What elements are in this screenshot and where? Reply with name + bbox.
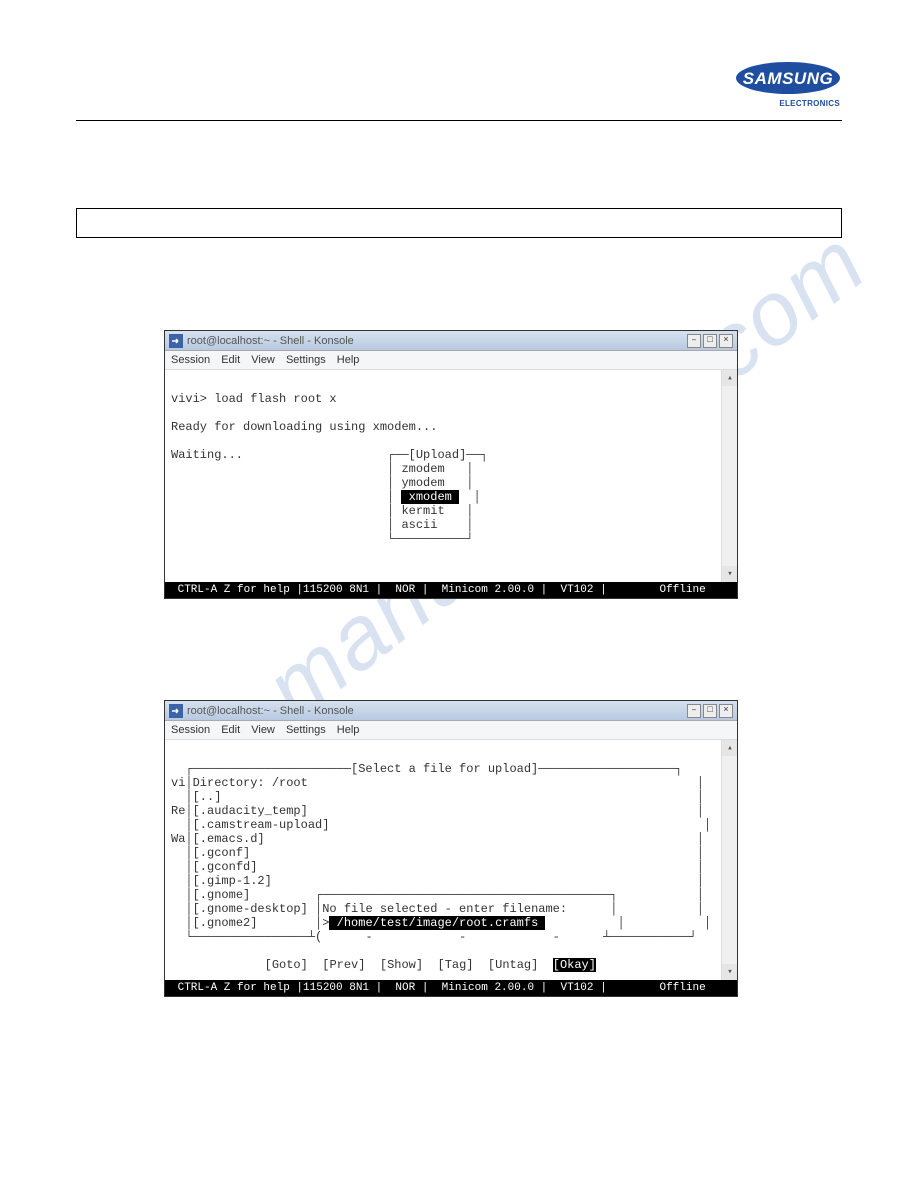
file-entry[interactable]: [.gnome2] xyxy=(193,916,258,930)
prompt-line: vivi> load flash root x xyxy=(171,392,337,406)
file-entry[interactable]: [.audacity_temp] xyxy=(193,804,308,818)
menu-session[interactable]: Session xyxy=(171,354,210,366)
file-entry[interactable]: [.emacs.d] xyxy=(193,832,265,846)
button-prev[interactable]: [Prev] xyxy=(322,958,365,972)
brand-logo-block: SAMSUNG ELECTRONICS xyxy=(734,60,842,108)
window-title: root@localhost:~ - Shell - Konsole xyxy=(187,705,687,717)
terminal-body[interactable]: vivi> load flash root x Ready for downlo… xyxy=(165,370,737,582)
filename-prompt: No file selected - enter filename: xyxy=(322,902,567,916)
upload-opt-xmodem-selected[interactable]: xmodem xyxy=(401,490,459,504)
konsole-window-1: root@localhost:~ - Shell - Konsole – □ ×… xyxy=(164,330,738,599)
filename-input-selected[interactable]: /home/test/image/root.cramfs xyxy=(329,916,545,930)
select-file-dialog-title: [Select a file for upload] xyxy=(351,762,538,776)
file-entry[interactable]: [.camstream-upload] xyxy=(193,818,330,832)
maximize-button[interactable]: □ xyxy=(703,704,717,718)
bg-prefix-vi: vi xyxy=(171,776,185,790)
minimize-button[interactable]: – xyxy=(687,704,701,718)
upload-opt-ascii[interactable]: ascii xyxy=(401,518,437,532)
button-goto[interactable]: [Goto] xyxy=(265,958,308,972)
logo-text: SAMSUNG xyxy=(743,69,833,88)
samsung-logo: SAMSUNG xyxy=(734,60,842,96)
brand-subtext: ELECTRONICS xyxy=(734,99,840,108)
scrollbar[interactable]: ▴ ▾ xyxy=(721,370,737,582)
menubar: Session Edit View Settings Help xyxy=(165,351,737,370)
titlebar: root@localhost:~ - Shell - Konsole – □ × xyxy=(165,701,737,721)
close-button[interactable]: × xyxy=(719,334,733,348)
menu-view[interactable]: View xyxy=(251,724,275,736)
button-okay-selected[interactable]: [Okay] xyxy=(553,958,596,972)
scrollbar[interactable]: ▴ ▾ xyxy=(721,740,737,980)
upload-dialog-title: [Upload] xyxy=(409,448,467,462)
menu-settings[interactable]: Settings xyxy=(286,724,326,736)
scroll-down-icon[interactable]: ▾ xyxy=(722,566,737,582)
menubar: Session Edit View Settings Help xyxy=(165,721,737,740)
bg-prefix-wa: Wa xyxy=(171,832,185,846)
file-entry[interactable]: [.gimp-1.2] xyxy=(193,874,272,888)
menu-help[interactable]: Help xyxy=(337,724,360,736)
terminal-body[interactable]: ┌──────────────────────[Select a file fo… xyxy=(165,740,737,980)
menu-help[interactable]: Help xyxy=(337,354,360,366)
file-entry[interactable]: [.gconfd] xyxy=(193,860,258,874)
app-arrow-icon xyxy=(169,334,183,348)
minicom-statusbar: CTRL-A Z for help |115200 8N1 | NOR | Mi… xyxy=(165,582,737,598)
directory-label: Directory: /root xyxy=(193,776,308,790)
maximize-button[interactable]: □ xyxy=(703,334,717,348)
button-show[interactable]: [Show] xyxy=(380,958,423,972)
scroll-down-icon[interactable]: ▾ xyxy=(722,964,737,980)
file-entry-up[interactable]: [..] xyxy=(193,790,222,804)
close-button[interactable]: × xyxy=(719,704,733,718)
bg-prefix-re: Re xyxy=(171,804,185,818)
menu-edit[interactable]: Edit xyxy=(221,354,240,366)
window-title: root@localhost:~ - Shell - Konsole xyxy=(187,335,687,347)
menu-settings[interactable]: Settings xyxy=(286,354,326,366)
paren: ( xyxy=(315,930,322,944)
header-divider xyxy=(76,120,842,121)
command-box xyxy=(76,208,842,238)
button-tag[interactable]: [Tag] xyxy=(438,958,474,972)
ready-line: Ready for downloading using xmodem... xyxy=(171,420,437,434)
file-entry[interactable]: [.gnome-desktop] xyxy=(193,902,308,916)
file-entry[interactable]: [.gconf] xyxy=(193,846,251,860)
scroll-up-icon[interactable]: ▴ xyxy=(722,370,737,386)
app-arrow-icon xyxy=(169,704,183,718)
upload-opt-kermit[interactable]: kermit xyxy=(401,504,444,518)
scroll-up-icon[interactable]: ▴ xyxy=(722,740,737,756)
minimize-button[interactable]: – xyxy=(687,334,701,348)
menu-edit[interactable]: Edit xyxy=(221,724,240,736)
menu-session[interactable]: Session xyxy=(171,724,210,736)
file-entry[interactable]: [.gnome] xyxy=(193,888,251,902)
upload-opt-zmodem[interactable]: zmodem xyxy=(401,462,444,476)
waiting-line: Waiting... xyxy=(171,448,243,462)
minicom-statusbar: CTRL-A Z for help |115200 8N1 | NOR | Mi… xyxy=(165,980,737,996)
menu-view[interactable]: View xyxy=(251,354,275,366)
titlebar: root@localhost:~ - Shell - Konsole – □ × xyxy=(165,331,737,351)
button-untag[interactable]: [Untag] xyxy=(488,958,538,972)
konsole-window-2: root@localhost:~ - Shell - Konsole – □ ×… xyxy=(164,700,738,997)
upload-opt-ymodem[interactable]: ymodem xyxy=(401,476,444,490)
